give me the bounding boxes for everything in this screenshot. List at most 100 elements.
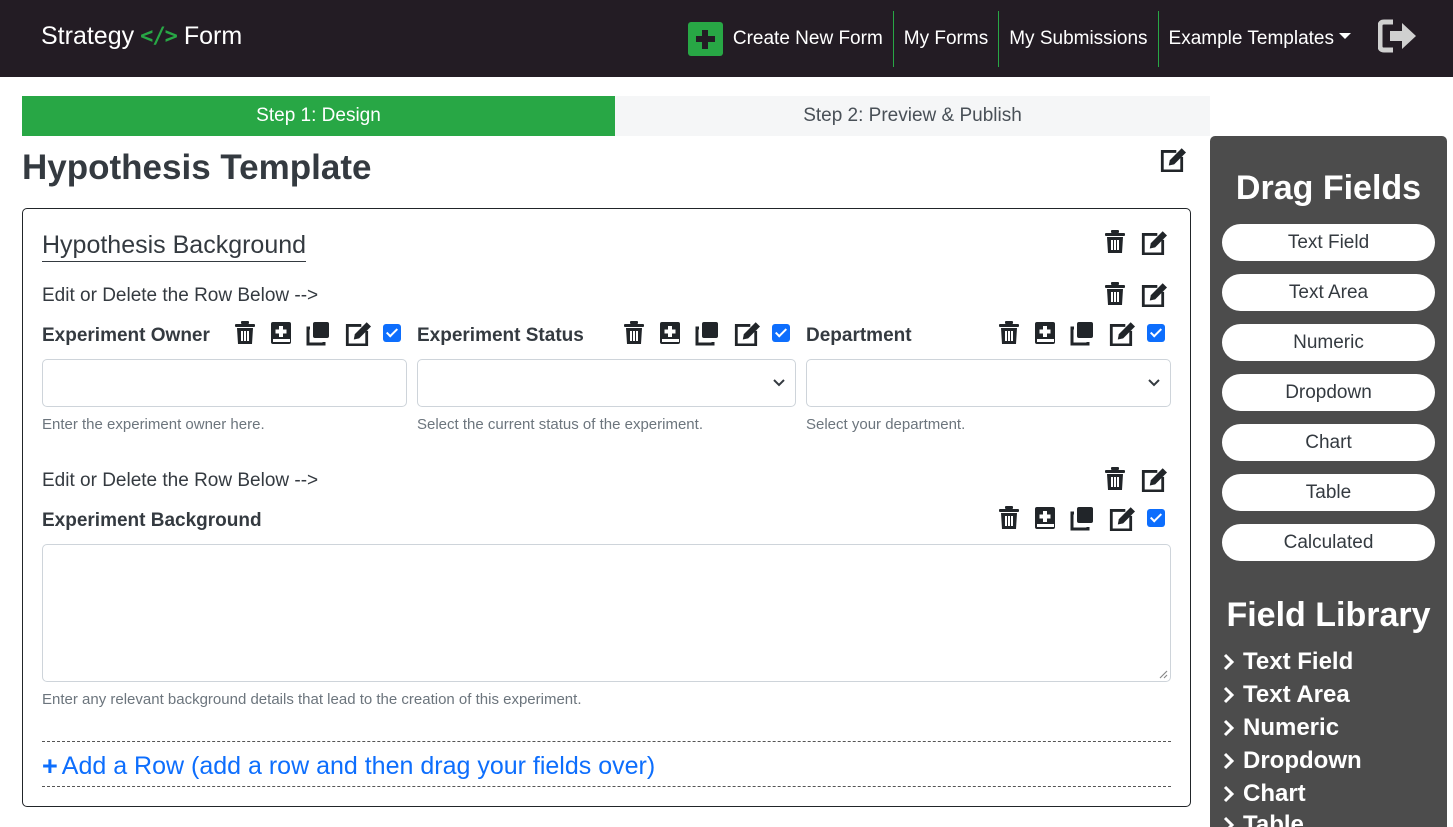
caret-down-icon (1339, 33, 1351, 39)
add-field-icon[interactable] (1033, 505, 1057, 531)
drag-fields-heading: Drag Fields (1235, 169, 1422, 207)
add-field-icon[interactable] (1033, 320, 1057, 346)
my-submissions-link[interactable]: My Submissions (998, 11, 1157, 67)
edit-field-icon[interactable] (1107, 320, 1135, 346)
delete-section-icon[interactable] (1103, 229, 1127, 255)
field-enabled-checkbox[interactable] (383, 324, 401, 342)
example-templates-dropdown[interactable]: Example Templates (1157, 11, 1361, 67)
create-new-form-link[interactable]: Create New Form (678, 11, 893, 67)
chevron-right-icon (1223, 686, 1235, 704)
field-actions (997, 505, 1165, 531)
field-library-heading: Field Library (1226, 596, 1431, 634)
brand-text-right: Form (183, 22, 243, 50)
library-item-label: Text Field (1243, 648, 1354, 675)
field-help-text: Select your department. (806, 416, 966, 433)
section-actions (1103, 229, 1179, 255)
field-label-experiment-owner: Experiment Owner (42, 325, 210, 346)
copy-field-icon[interactable] (694, 320, 720, 346)
top-navbar: Strategy </> Form Create New Form My For… (0, 0, 1453, 77)
experiment-background-textarea[interactable] (42, 544, 1171, 682)
form-title: Hypothesis Template (22, 148, 372, 187)
library-item-text-area[interactable]: Text Area (1223, 681, 1350, 709)
field-help-text: Enter the experiment owner here. (42, 416, 265, 433)
drag-field-table[interactable]: Table (1222, 474, 1435, 511)
chevron-right-icon (1223, 653, 1235, 671)
brand-code-icon: </> (140, 24, 178, 49)
plus-square-icon (687, 22, 723, 56)
section-title: Hypothesis Background (42, 230, 307, 262)
field-help-text: Enter any relevant background details th… (42, 691, 582, 708)
delete-row-icon[interactable] (1103, 466, 1127, 492)
delete-field-icon[interactable] (233, 320, 257, 346)
drag-field-calculated[interactable]: Calculated (1222, 524, 1435, 561)
my-forms-link[interactable]: My Forms (892, 11, 998, 67)
add-field-icon[interactable] (269, 320, 293, 346)
chevron-down-icon (773, 379, 785, 387)
drag-field-text-area[interactable]: Text Area (1222, 274, 1435, 311)
library-item-numeric[interactable]: Numeric (1223, 714, 1339, 742)
delete-field-icon[interactable] (622, 320, 646, 346)
divider (42, 741, 1171, 742)
library-item-dropdown[interactable]: Dropdown (1223, 747, 1362, 775)
edit-title-icon[interactable] (1158, 146, 1186, 172)
chevron-right-icon (1223, 785, 1235, 803)
add-field-icon[interactable] (658, 320, 682, 346)
chevron-right-icon (1223, 816, 1235, 827)
tab-step-design[interactable]: Step 1: Design (22, 96, 615, 136)
field-label-experiment-status: Experiment Status (417, 325, 584, 346)
field-label-department: Department (806, 325, 912, 346)
edit-row-icon[interactable] (1139, 466, 1167, 492)
edit-row-icon[interactable] (1139, 281, 1167, 307)
brand-logo[interactable]: Strategy </> Form (41, 22, 242, 51)
add-row-button[interactable]: + Add a Row (add a row and then drag you… (42, 751, 655, 782)
experiment-status-select[interactable] (417, 359, 796, 407)
drag-field-dropdown[interactable]: Dropdown (1222, 374, 1435, 411)
library-item-label: Dropdown (1243, 747, 1362, 774)
library-item-chart[interactable]: Chart (1223, 780, 1306, 808)
row-actions (1103, 281, 1179, 307)
drag-field-text-field[interactable]: Text Field (1222, 224, 1435, 261)
resize-grip-icon[interactable] (1158, 669, 1168, 679)
logout-icon[interactable] (1378, 19, 1418, 53)
divider (42, 786, 1171, 787)
form-section-card: Hypothesis Background Edit or Delete the… (22, 208, 1191, 807)
department-select[interactable] (806, 359, 1171, 407)
edit-field-icon[interactable] (1107, 505, 1135, 531)
drag-field-chart[interactable]: Chart (1222, 424, 1435, 461)
field-label-experiment-background: Experiment Background (42, 510, 262, 531)
library-item-text-field[interactable]: Text Field (1223, 648, 1353, 676)
chevron-down-icon (1148, 379, 1160, 387)
chevron-right-icon (1223, 752, 1235, 770)
create-new-form-label: Create New Form (732, 28, 883, 49)
field-actions (997, 320, 1165, 346)
library-item-table[interactable]: Table (1223, 811, 1304, 827)
library-item-label: Numeric (1243, 714, 1340, 741)
plus-icon: + (42, 751, 58, 781)
copy-field-icon[interactable] (1069, 505, 1095, 531)
field-enabled-checkbox[interactable] (1147, 509, 1165, 527)
copy-field-icon[interactable] (305, 320, 331, 346)
edit-field-icon[interactable] (732, 320, 760, 346)
brand-text-left: Strategy (41, 22, 135, 50)
edit-section-icon[interactable] (1139, 229, 1167, 255)
field-enabled-checkbox[interactable] (772, 324, 790, 342)
step-tabs: Step 1: Design Step 2: Preview & Publish (22, 96, 1210, 136)
field-enabled-checkbox[interactable] (1147, 324, 1165, 342)
row-label: Edit or Delete the Row Below --> (42, 470, 319, 491)
library-item-label: Text Area (1243, 681, 1350, 708)
drag-field-numeric[interactable]: Numeric (1222, 324, 1435, 361)
delete-row-icon[interactable] (1103, 281, 1127, 307)
library-item-label: Table (1243, 811, 1304, 827)
row-label: Edit or Delete the Row Below --> (42, 285, 319, 306)
library-item-label: Chart (1243, 780, 1306, 807)
delete-field-icon[interactable] (997, 505, 1021, 531)
row-actions (1103, 466, 1179, 492)
experiment-owner-input[interactable] (42, 359, 407, 407)
edit-field-icon[interactable] (343, 320, 371, 346)
nav-links: Create New Form My Forms My Submissions … (678, 11, 1361, 67)
field-actions (233, 320, 401, 346)
delete-field-icon[interactable] (997, 320, 1021, 346)
tab-step-preview-publish[interactable]: Step 2: Preview & Publish (615, 96, 1210, 136)
field-help-text: Select the current status of the experim… (417, 416, 703, 433)
copy-field-icon[interactable] (1069, 320, 1095, 346)
